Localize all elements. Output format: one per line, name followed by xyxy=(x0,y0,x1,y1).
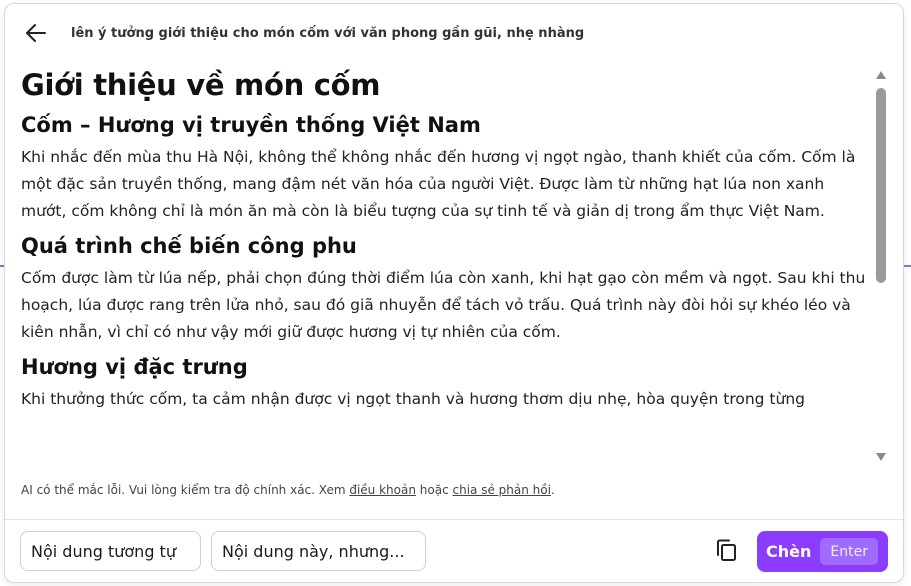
copy-button[interactable] xyxy=(713,539,739,565)
feedback-link[interactable]: chia sẻ phản hồi xyxy=(452,483,550,497)
scroll-up-icon[interactable] xyxy=(875,70,887,80)
scroll-thumb[interactable] xyxy=(876,88,886,283)
prompt-title: lên ý tưởng giới thiệu cho món cốm với v… xyxy=(71,26,585,41)
terms-link[interactable]: điều khoản xyxy=(349,483,416,497)
panel-header: lên ý tưởng giới thiệu cho món cốm với v… xyxy=(5,4,903,62)
generated-content: Giới thiệu về món cốm Cốm – Hương vị tru… xyxy=(21,66,873,464)
section-body: Khi nhắc đến mùa thu Hà Nội, không thể k… xyxy=(21,148,856,220)
section-heading: Quá trình chế biến công phu xyxy=(21,234,357,258)
disclaimer-middle: hoặc xyxy=(415,483,453,497)
section-heading: Cốm – Hương vị truyền thống Việt Nam xyxy=(21,113,481,137)
back-button[interactable] xyxy=(23,22,49,48)
content-scrollbar[interactable] xyxy=(875,70,887,462)
insert-button[interactable]: Chèn Enter xyxy=(757,531,888,572)
section-heading: Hương vị đặc trưng xyxy=(21,355,248,379)
section-body: Cốm được làm từ lúa nếp, phải chọn đúng … xyxy=(21,269,866,341)
modify-content-button[interactable]: Nội dung này, nhưng... xyxy=(211,531,426,571)
ai-disclaimer: AI có thể mắc lỗi. Vui lòng kiểm tra độ … xyxy=(21,483,555,497)
section-body: Khi thưởng thức cốm, ta cảm nhận được vị… xyxy=(21,390,805,408)
panel-footer: Nội dung tương tự Nội dung này, nhưng...… xyxy=(5,520,903,582)
arrow-left-icon xyxy=(25,22,47,48)
disclaimer-prefix: AI có thể mắc lỗi. Vui lòng kiểm tra độ … xyxy=(21,483,350,497)
article-title: Giới thiệu về món cốm xyxy=(21,68,381,102)
background-accent-line-right xyxy=(903,265,911,267)
enter-shortcut-badge: Enter xyxy=(820,538,878,565)
copy-icon xyxy=(714,538,738,566)
insert-label: Chèn xyxy=(766,542,812,561)
scroll-down-icon[interactable] xyxy=(875,452,887,462)
similar-content-button[interactable]: Nội dung tương tự xyxy=(20,531,201,571)
ai-writer-panel: lên ý tưởng giới thiệu cho món cốm với v… xyxy=(4,3,904,583)
disclaimer-suffix: . xyxy=(550,483,555,497)
